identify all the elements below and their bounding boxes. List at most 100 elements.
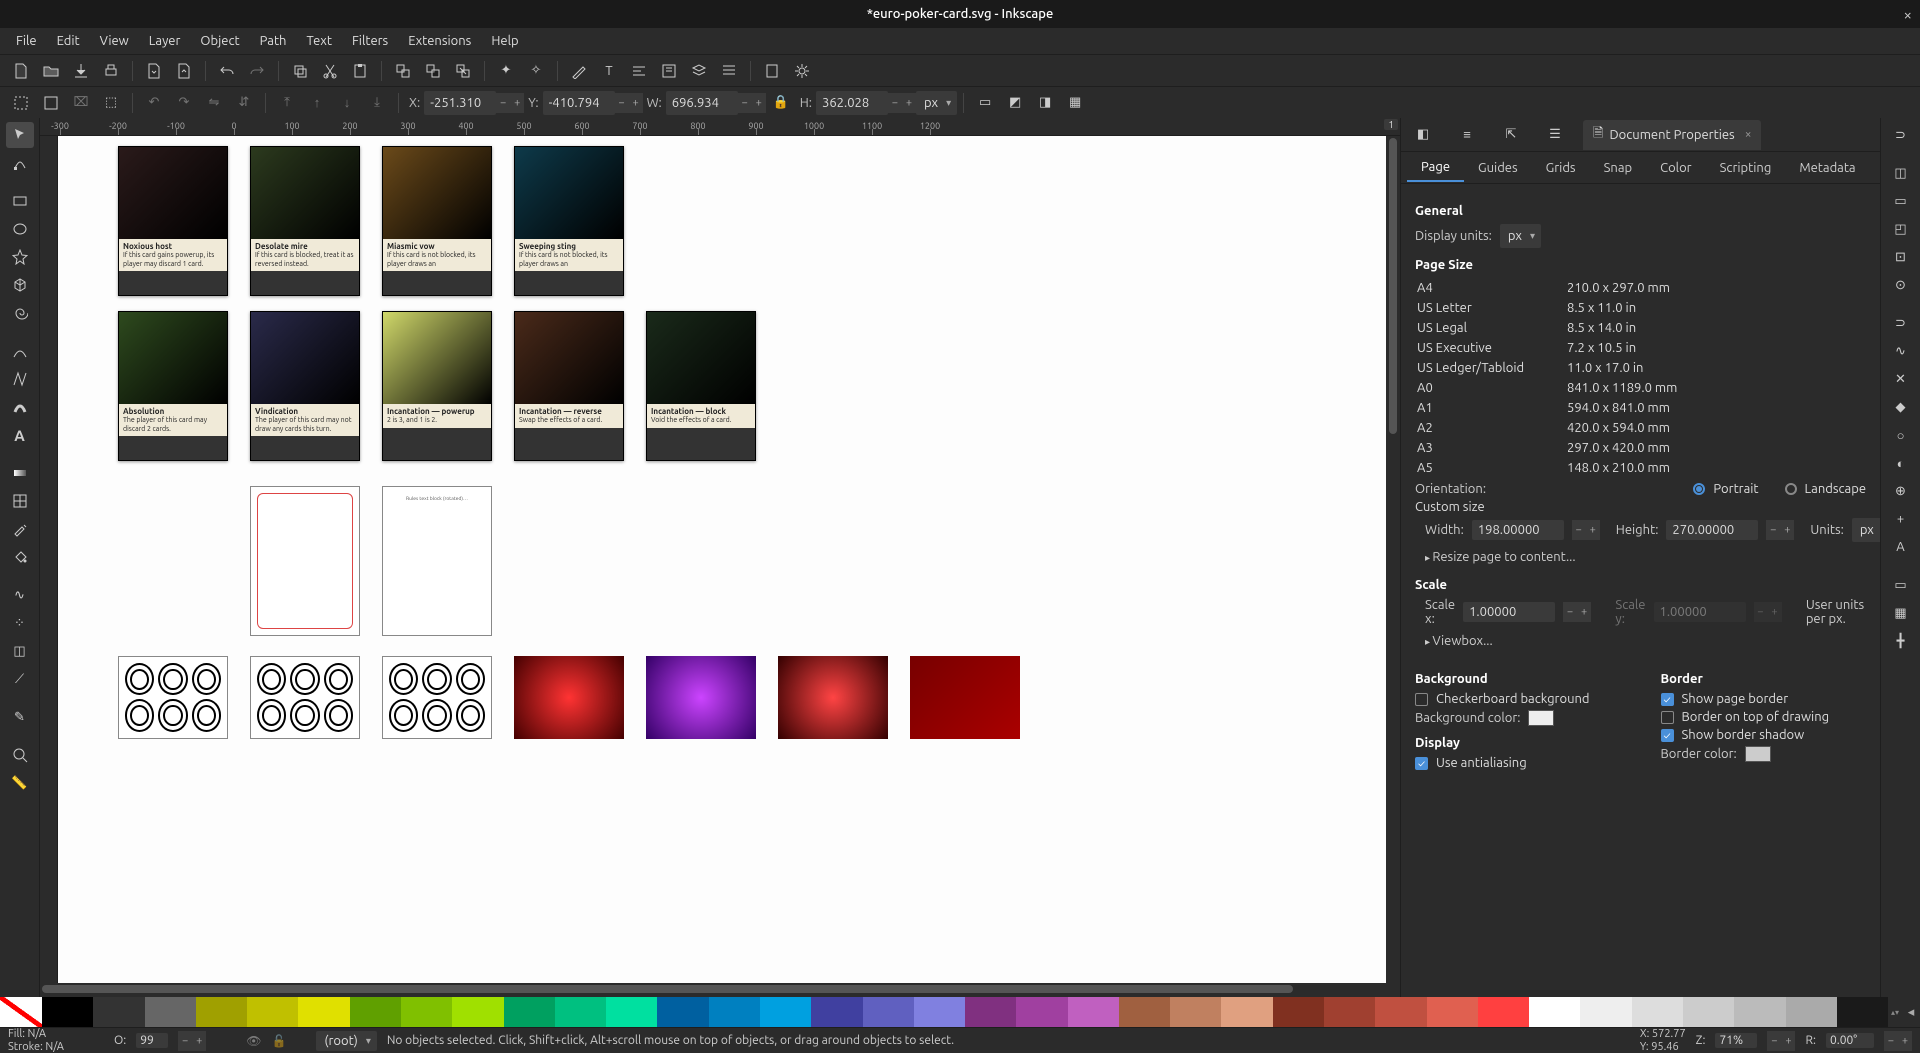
move-gradients-icon[interactable]: ◨ <box>1032 90 1058 116</box>
toggle-selbox-icon[interactable]: ⬚ <box>98 90 124 116</box>
resize-to-content[interactable]: Resize page to content... <box>1415 546 1866 568</box>
scalex-input[interactable] <box>1463 602 1555 622</box>
game-card[interactable]: Incantation — powerup2 is 3, and 1 is 2. <box>382 311 492 461</box>
move-patterns-icon[interactable]: ▦ <box>1062 90 1088 116</box>
ruler-vertical[interactable] <box>40 136 58 983</box>
window-close-button[interactable]: × <box>1904 6 1912 23</box>
align-icon[interactable] <box>626 58 652 84</box>
menu-text[interactable]: Text <box>296 30 341 52</box>
menu-filters[interactable]: Filters <box>342 30 398 52</box>
raise-icon[interactable]: ↑ <box>304 90 330 116</box>
eraser-tool[interactable]: ◫ <box>6 638 34 664</box>
lock-toggle-icon[interactable]: 🔓 <box>271 1034 286 1048</box>
opacity-input[interactable] <box>136 1033 168 1048</box>
text-tool[interactable]: A <box>6 422 34 448</box>
palette-swatch[interactable] <box>1529 997 1580 1027</box>
palette-none-swatch[interactable] <box>0 997 42 1027</box>
flip-h-icon[interactable]: ⇋ <box>201 90 227 116</box>
paintbucket-tool[interactable] <box>6 544 34 570</box>
palette-swatch[interactable] <box>1478 997 1529 1027</box>
dice-card[interactable] <box>250 656 360 739</box>
fill-stroke-tab-icon[interactable]: ◧ <box>1401 120 1445 150</box>
subtab-page[interactable]: Page <box>1407 154 1464 182</box>
display-units-select[interactable]: px <box>1500 224 1541 248</box>
text-props-icon[interactable]: T <box>596 58 622 84</box>
palette-swatch[interactable] <box>1221 997 1272 1027</box>
landscape-radio[interactable] <box>1785 483 1797 495</box>
stroke-value[interactable]: N/A <box>45 1041 64 1053</box>
lower-bottom-icon[interactable]: ⤓ <box>364 90 390 116</box>
menu-file[interactable]: File <box>6 30 47 52</box>
game-card[interactable]: Desolate mireIf this card is blocked, tr… <box>250 146 360 296</box>
border-shadow-label[interactable]: Show border shadow <box>1682 728 1805 742</box>
layers-tab-icon[interactable]: ☰ <box>1533 120 1577 150</box>
cut-icon[interactable] <box>317 58 343 84</box>
palette-swatch[interactable] <box>401 997 452 1027</box>
align-tab-icon[interactable]: ≡ <box>1445 120 1489 150</box>
portrait-radio[interactable] <box>1693 483 1705 495</box>
texture-card[interactable] <box>910 656 1020 739</box>
export-tab-icon[interactable]: ⇱ <box>1489 120 1533 150</box>
deselect-icon[interactable]: ⌧ <box>68 90 94 116</box>
y-input[interactable] <box>543 91 615 115</box>
page-size-row[interactable]: US Ledger/Tabloid11.0 x 17.0 in <box>1415 358 1866 378</box>
palette-swatch[interactable] <box>709 997 760 1027</box>
page-size-row[interactable]: A2420.0 x 594.0 mm <box>1415 418 1866 438</box>
duplicate-icon[interactable] <box>390 58 416 84</box>
menu-view[interactable]: View <box>90 30 139 52</box>
page-size-row[interactable]: US Executive7.2 x 10.5 in <box>1415 338 1866 358</box>
canvas[interactable]: Noxious hostIf this card gains powerup, … <box>58 136 1386 983</box>
snap-text-icon[interactable]: A <box>1887 534 1915 560</box>
antialias-checkbox[interactable] <box>1415 757 1428 770</box>
3dbox-tool[interactable] <box>6 272 34 298</box>
palette-swatch[interactable] <box>93 997 144 1027</box>
h-dec[interactable]: − <box>888 93 902 113</box>
fill-stroke-icon[interactable] <box>566 58 592 84</box>
palette-swatch[interactable] <box>1632 997 1683 1027</box>
h-inc[interactable]: + <box>902 93 916 113</box>
blank-card[interactable] <box>250 486 360 636</box>
scale-stroke-icon[interactable]: ▭ <box>972 90 998 116</box>
lpe-tool[interactable]: ✎ <box>6 704 34 730</box>
y-dec[interactable]: − <box>615 93 629 113</box>
snap-intersection-icon[interactable]: ✕ <box>1887 366 1915 392</box>
zoom-input[interactable] <box>1715 1033 1757 1048</box>
palette-scroll[interactable]: ▴▾ <box>1888 997 1902 1027</box>
snap-bbox-corner-icon[interactable]: ◰ <box>1887 216 1915 242</box>
snap-path-icon[interactable]: ∿ <box>1887 338 1915 364</box>
snap-bbox-edge-icon[interactable]: ▭ <box>1887 188 1915 214</box>
snap-midpoint-icon[interactable]: ◐ <box>1887 450 1915 476</box>
zoom-tool[interactable] <box>6 742 34 768</box>
y-inc[interactable]: + <box>629 93 643 113</box>
horizontal-scrollbar[interactable] <box>40 983 1400 997</box>
document-properties-tab[interactable]: 🗎 Document Properties × <box>1583 120 1761 150</box>
measure-tool[interactable]: 📏 <box>6 770 34 796</box>
border-top-checkbox[interactable] <box>1661 711 1674 724</box>
snap-guide-icon[interactable]: ╋ <box>1887 628 1915 654</box>
spiral-tool[interactable] <box>6 300 34 326</box>
palette-swatch[interactable] <box>863 997 914 1027</box>
import-icon[interactable] <box>141 58 167 84</box>
node-tool[interactable] <box>6 150 34 176</box>
star-tool[interactable] <box>6 244 34 270</box>
rotate-cw-icon[interactable]: ↷ <box>171 90 197 116</box>
height-input[interactable] <box>1666 520 1758 540</box>
gradient-tool[interactable] <box>6 460 34 486</box>
border-color-swatch[interactable] <box>1745 746 1771 762</box>
select-all-layers-icon[interactable] <box>8 90 34 116</box>
portrait-label[interactable]: Portrait <box>1713 482 1758 496</box>
border-top-label[interactable]: Border on top of drawing <box>1682 710 1830 724</box>
objects-icon[interactable] <box>716 58 742 84</box>
page-size-row[interactable]: A1594.0 x 841.0 mm <box>1415 398 1866 418</box>
ellipse-tool[interactable] <box>6 216 34 242</box>
page-size-row[interactable]: A0841.0 x 1189.0 mm <box>1415 378 1866 398</box>
menu-help[interactable]: Help <box>481 30 528 52</box>
docprops-icon[interactable] <box>759 58 785 84</box>
palette-swatch[interactable] <box>1837 997 1888 1027</box>
palette-swatch[interactable] <box>42 997 93 1027</box>
page-size-list[interactable]: A4210.0 x 297.0 mmUS Letter8.5 x 11.0 in… <box>1415 278 1866 478</box>
palette-swatch[interactable] <box>145 997 196 1027</box>
game-card[interactable]: Miasmic vowIf this card is not blocked, … <box>382 146 492 296</box>
game-card[interactable]: Incantation — blockVoid the effects of a… <box>646 311 756 461</box>
palette-swatch[interactable] <box>914 997 965 1027</box>
